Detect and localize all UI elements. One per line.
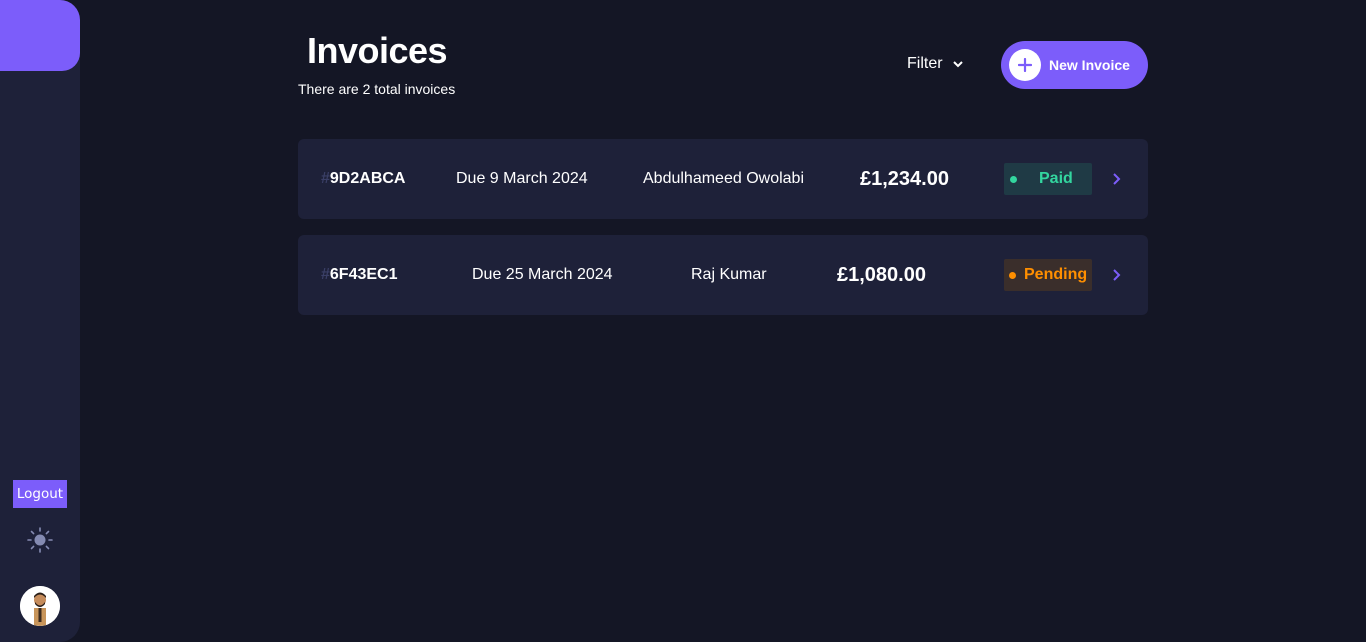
logout-button[interactable]: Logout — [13, 480, 67, 508]
status-badge: Paid — [1004, 163, 1092, 195]
invoice-client: Abdulhameed Owolabi — [643, 170, 804, 187]
status-dot — [1009, 271, 1016, 279]
invoice-client: Raj Kumar — [691, 266, 767, 283]
invoice-amount: £1,080.00 — [837, 263, 926, 286]
status-label: Pending — [1024, 266, 1088, 283]
page-title: Invoices — [307, 30, 448, 71]
new-invoice-label: New Invoice — [1049, 57, 1130, 73]
chevron-right-icon — [1113, 173, 1121, 185]
invoice-id: #6F43EC1 — [321, 266, 398, 283]
invoice-due-date: Due 9 March 2024 — [456, 170, 588, 187]
invoice-amount: £1,234.00 — [860, 167, 949, 190]
chevron-right-icon — [1113, 269, 1121, 281]
filter-label: Filter — [907, 55, 943, 72]
plus-icon — [1009, 49, 1041, 81]
invoice-row[interactable]: #9D2ABCA Due 9 March 2024 Abdulhameed Ow… — [298, 139, 1148, 219]
user-avatar[interactable] — [20, 586, 60, 626]
invoice-due-date: Due 25 March 2024 — [472, 266, 613, 283]
app-logo[interactable] — [0, 0, 80, 71]
filter-dropdown[interactable]: Filter — [907, 55, 963, 73]
sun-icon[interactable] — [27, 527, 53, 553]
invoice-row[interactable]: #6F43EC1 Due 25 March 2024 Raj Kumar £1,… — [298, 235, 1148, 315]
invoice-count: There are 2 total invoices — [298, 81, 456, 97]
status-dot — [1010, 175, 1017, 183]
status-badge: Pending — [1004, 259, 1092, 291]
invoice-id: #9D2ABCA — [321, 170, 406, 187]
sidebar: Logout — [0, 0, 80, 642]
new-invoice-button[interactable]: New Invoice — [1001, 41, 1148, 89]
chevron-down-icon — [952, 60, 963, 67]
status-label: Paid — [1039, 170, 1073, 187]
